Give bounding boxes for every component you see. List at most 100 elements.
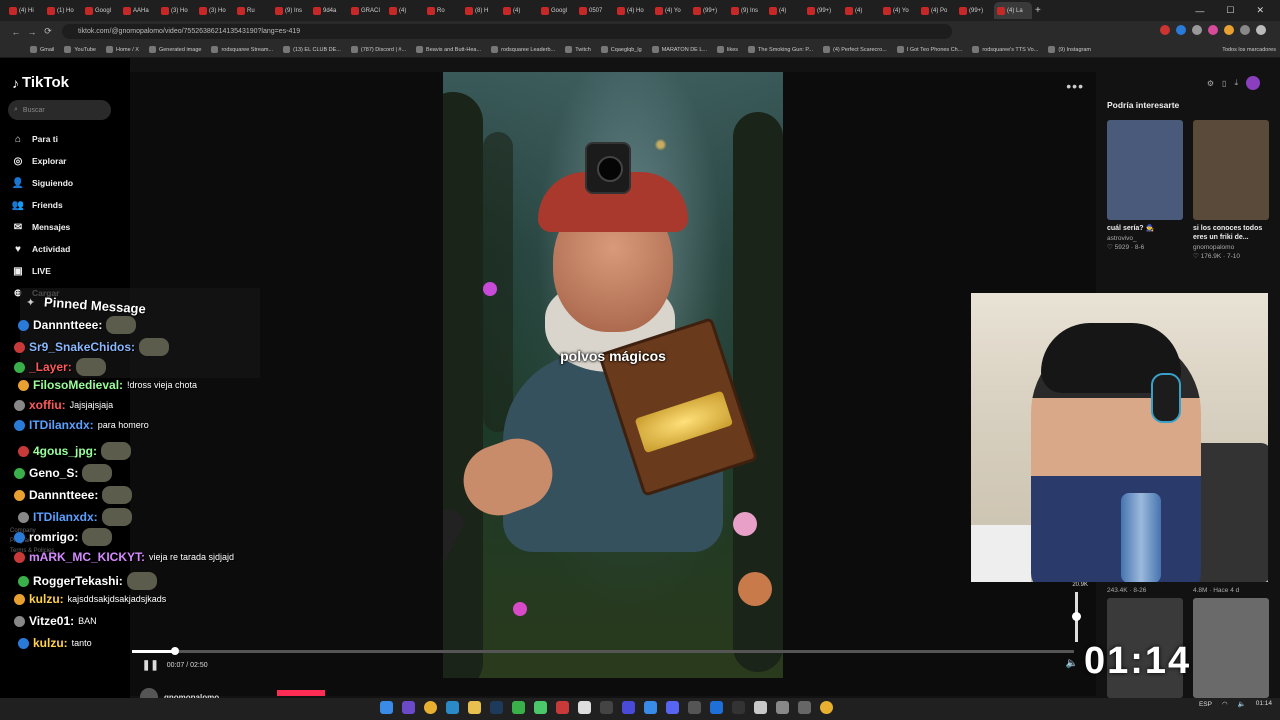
browser-tab[interactable]: (9) Ins [728, 2, 766, 19]
browser-tab[interactable]: (8) H [462, 2, 500, 19]
recommended-video[interactable]: cuál sería? 🧙 astrovivo_ ♡ 5929 · 8-6 [1107, 120, 1183, 251]
browser-tab[interactable]: (4) Yo [880, 2, 918, 19]
bookmark-item[interactable]: rodsquaree's TTS Vo... [972, 46, 1038, 53]
windows-start-icon[interactable] [380, 701, 393, 714]
profile-icon[interactable] [1256, 25, 1266, 35]
extension-icon[interactable] [1176, 25, 1186, 35]
app-icon[interactable] [556, 701, 569, 714]
browser-tab[interactable]: (99+) [804, 2, 842, 19]
browser-tab[interactable]: Googl [82, 2, 120, 19]
close-icon[interactable]: ✕ [1256, 5, 1264, 16]
bookmark-item[interactable]: The Smoking Gun: P... [748, 46, 813, 53]
app-icon[interactable] [600, 701, 613, 714]
video-progress-bar[interactable] [132, 647, 1074, 655]
video-author[interactable]: gnomopalomo [1193, 244, 1269, 251]
more-options-icon[interactable]: ••• [1066, 78, 1084, 94]
browser-tab[interactable]: 0507 [576, 2, 614, 19]
chrome-icon[interactable] [820, 701, 833, 714]
browser-tab[interactable]: AAHa [120, 2, 158, 19]
discord-icon[interactable] [666, 701, 679, 714]
browser-tab[interactable]: (99+) [690, 2, 728, 19]
app-icon[interactable] [776, 701, 789, 714]
sidebar-item-live[interactable]: ▣ LIVE [12, 260, 73, 282]
app-icon[interactable] [622, 701, 635, 714]
browser-tab[interactable]: Ru [234, 2, 272, 19]
sidebar-item-explorar[interactable]: ◎ Explorar [12, 150, 73, 172]
bookmark-item[interactable]: Beavis and Butt-Hea... [416, 46, 481, 53]
minecraft-icon[interactable] [512, 701, 525, 714]
app-icon[interactable] [644, 701, 657, 714]
language-indicator[interactable]: ESP [1199, 701, 1212, 708]
browser-tab[interactable]: (3) Ho [196, 2, 234, 19]
video-thumbnail[interactable] [1193, 120, 1269, 220]
bookmark-item[interactable]: likes [717, 46, 738, 53]
browser-tab[interactable]: (4) Hi [6, 2, 44, 19]
extension-icon[interactable] [1160, 25, 1170, 35]
url-field[interactable]: tiktok.com/@gnomopalomo/video/7552638621… [62, 24, 952, 39]
extension-icon[interactable] [1208, 25, 1218, 35]
sidebar-item-para-ti[interactable]: ⌂ Para ti [12, 128, 73, 150]
maximize-icon[interactable]: ☐ [1226, 5, 1234, 16]
bookmark-item[interactable]: MARATON DE L... [651, 46, 707, 53]
video-author[interactable]: astrovivo_ [1107, 235, 1183, 242]
bookmark-item[interactable]: Home / X [106, 46, 139, 53]
browser-tab[interactable]: (4) Po [918, 2, 956, 19]
bookmark-item[interactable]: rodsquaree Stream... [211, 46, 273, 53]
extension-icon[interactable] [1224, 25, 1234, 35]
reload-icon[interactable]: ⟳ [40, 26, 56, 37]
speaker-icon[interactable]: 🔈 [1238, 700, 1246, 708]
chrome-icon[interactable] [424, 701, 437, 714]
browser-tab[interactable]: (4) [500, 2, 538, 19]
extension-icon[interactable] [1240, 25, 1250, 35]
app-icon[interactable] [490, 701, 503, 714]
bookmark-item[interactable]: (13) EL CLUB DE... [283, 46, 341, 53]
bookmark-item[interactable]: (4) Perfect Scarecro... [822, 46, 887, 53]
folder-icon[interactable] [468, 701, 481, 714]
bookmark-item[interactable]: (9) Instagram [1048, 46, 1091, 53]
recommended-video[interactable] [1193, 598, 1269, 698]
system-clock[interactable]: 01:14 [1256, 700, 1272, 708]
browser-tab[interactable]: (4) Ho [614, 2, 652, 19]
app-icon[interactable] [710, 701, 723, 714]
bookmark-item[interactable]: YouTube [64, 46, 96, 53]
video-title[interactable]: si los conoces todos eres un friki de... [1193, 224, 1269, 242]
app-icon[interactable] [754, 701, 767, 714]
sidebar-item-siguiendo[interactable]: 👤 Siguiendo [12, 172, 73, 194]
browser-tab[interactable]: (9) Ins [272, 2, 310, 19]
browser-tab[interactable]: GRACI [348, 2, 386, 19]
sidebar-item-mensajes[interactable]: ✉ Mensajes [12, 216, 73, 238]
bookmark-item[interactable]: Gmail [30, 46, 54, 53]
browser-tab[interactable]: (4) Yo [652, 2, 690, 19]
app-icon[interactable] [688, 701, 701, 714]
recommended-video[interactable]: si los conoces todos eres un friki de...… [1193, 120, 1269, 260]
new-tab-icon[interactable]: + [1032, 2, 1070, 19]
app-icon[interactable] [732, 701, 745, 714]
app-icon[interactable] [534, 701, 547, 714]
browser-tab[interactable]: Googl [538, 2, 576, 19]
all-bookmarks-button[interactable]: Todos los marcadores [1218, 42, 1276, 57]
download-icon[interactable]: ⤓ [1234, 78, 1238, 88]
wifi-icon[interactable]: ◠ [1222, 700, 1228, 708]
sidebar-item-friends[interactable]: 👥 Friends [12, 194, 73, 216]
tiktok-logo[interactable]: ♪ TikTok [12, 74, 69, 91]
browser-tab[interactable]: (1) Ho [44, 2, 82, 19]
follow-button[interactable] [277, 690, 325, 696]
bookmark-item[interactable]: Generated image [148, 46, 201, 53]
video-thumbnail[interactable] [1107, 120, 1183, 220]
settings-icon[interactable]: ⚙ [1207, 79, 1214, 88]
volume-icon[interactable]: 🔈 [1066, 658, 1078, 669]
sidebar-item-actividad[interactable]: ♥ Actividad [12, 238, 73, 260]
bookmark-item[interactable]: (787) Discord | #... [350, 46, 406, 53]
browser-tab[interactable]: (99+) [956, 2, 994, 19]
device-icon[interactable]: ▯ [1222, 79, 1226, 88]
app-icon[interactable] [798, 701, 811, 714]
video-thumbnail[interactable] [1193, 598, 1269, 698]
user-avatar[interactable] [1246, 76, 1260, 90]
minimize-icon[interactable]: — [1195, 6, 1204, 16]
search-input[interactable]: ⌕ Buscar [8, 100, 111, 120]
volume-slider[interactable] [1072, 592, 1081, 642]
video-frame[interactable]: polvos mágicos [443, 72, 783, 678]
back-icon[interactable]: ← [8, 27, 24, 37]
app-icon[interactable] [446, 701, 459, 714]
forward-icon[interactable]: → [24, 27, 40, 37]
